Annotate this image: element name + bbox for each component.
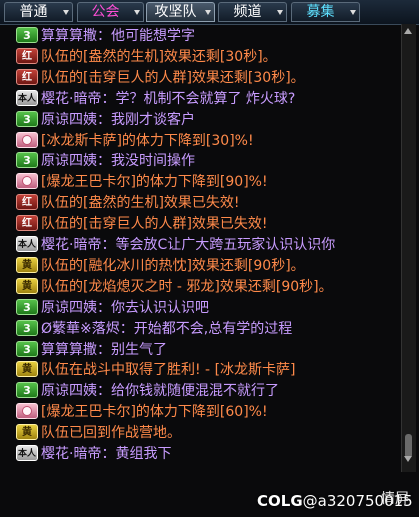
chat-message-text: 算算算撒：别生气了 [41, 341, 167, 358]
channel-badge-gray: 本人 [16, 445, 38, 461]
boss-portrait-icon [16, 403, 38, 420]
chat-log[interactable]: 3 算算算撒：他可能想学字红队伍的[盎然的生机]效果还剩[30秒]。红队伍的[击穿… [0, 24, 400, 472]
chat-message: 3 算算算撒：他可能想学字 [16, 26, 195, 46]
channel-badge-red: 红 [16, 68, 38, 85]
chat-message: [冰龙斯卡萨]的体力下降到[30]%! [16, 131, 254, 151]
chat-message: 黄队伍的[龙焰熄灭之时 - 邪龙]效果还剩[90秒]。 [16, 277, 333, 297]
tab-guild[interactable]: 公会 [77, 2, 144, 22]
channel-badge-green: 3 [16, 152, 38, 169]
tab-channel[interactable]: 频道 [218, 2, 287, 22]
tab-recruit-label: 募集 [306, 4, 335, 20]
chat-message-text: 队伍的[击穿巨人的人群]效果已失效! [41, 216, 268, 233]
chat-message: 3 算算算撒：别生气了 [16, 340, 167, 360]
chat-message: 红队伍的[盎然的生机]效果还剩[30秒]。 [16, 47, 277, 67]
tab-guild-label: 公会 [91, 4, 120, 20]
chat-message: 红队伍的[击穿巨人的人群]效果已失效! [16, 214, 268, 234]
chat-tab-bar: 普通 公会 攻坚队 频道 募集 [0, 0, 419, 25]
watermark-brand: COLG [257, 492, 303, 510]
chat-message-text: 樱花·暗帝：学？机制不会就算了 炸火球? [41, 90, 296, 107]
chat-message: 3 原谅四姨：我刚才谈客户 [16, 110, 195, 130]
chat-message: 本人 樱花·暗帝：黄组我下 [16, 444, 171, 464]
chat-message: 本人 樱花·暗帝：等会放C让广大跨五玩家认识认识你 [16, 235, 335, 255]
chat-message-text: 队伍的[盎然的生机]效果还剩[30秒]。 [41, 48, 277, 65]
tab-normal-label: 普通 [19, 4, 48, 20]
channel-badge-green: 3 [16, 319, 38, 336]
chat-message: 黄队伍已回到作战营地。 [16, 423, 181, 443]
chat-message-text: 队伍的[融化冰川的热忱]效果还剩[90秒]。 [41, 257, 305, 274]
chat-message: [爆龙王巴卡尔]的体力下降到[90]%! [16, 172, 268, 192]
chat-message: 黄队伍的[融化冰川的热忱]效果还剩[90秒]。 [16, 256, 305, 276]
chat-message-text: 队伍的[盎然的生机]效果已失效! [41, 195, 240, 212]
chat-message-text: 樱花·暗帝：等会放C让广大跨五玩家认识认识你 [41, 237, 336, 253]
chevron-down-icon [350, 10, 356, 15]
chat-footer: COLG@a320750015 情屏 [0, 472, 419, 517]
chat-message: 黄队伍在战斗中取得了胜利! - [冰龙斯卡萨] [16, 360, 296, 380]
chat-message-text: 队伍在战斗中取得了胜利! - [冰龙斯卡萨] [41, 362, 296, 379]
channel-badge-gray: 本人 [16, 236, 38, 252]
tab-channel-label: 频道 [233, 4, 262, 20]
channel-badge-red: 红 [16, 47, 38, 64]
chat-message: 3 原谅四姨：我没时间操作 [16, 151, 195, 171]
channel-badge-green: 3 [16, 340, 38, 357]
chat-message-text: [爆龙王巴卡尔]的体力下降到[60]%! [41, 404, 268, 421]
channel-badge-green: 3 [16, 382, 38, 399]
channel-badge-green: 3 [16, 298, 38, 315]
chat-scrollbar[interactable] [401, 24, 416, 472]
chat-message-text: 原谅四姨：给你钱就随便混混不就行了 [41, 383, 279, 400]
chat-message: 本人 樱花·暗帝：学？机制不会就算了 炸火球? [16, 89, 295, 109]
chat-message: 3 原谅四姨：你去认识认识吧 [16, 298, 209, 318]
chat-message: 3 Ø蘩華※落烬：开始都不会,总有学的过程 [16, 319, 292, 339]
channel-badge-red: 红 [16, 215, 38, 232]
channel-badge-yellow: 黄 [16, 361, 38, 378]
chat-message: [爆龙王巴卡尔]的体力下降到[60]%! [16, 402, 268, 422]
channel-badge-green: 3 [16, 27, 38, 43]
chat-message-text: 原谅四姨：我刚才谈客户 [41, 111, 195, 128]
chat-message-text: 原谅四姨：我没时间操作 [41, 153, 195, 170]
channel-badge-gray: 本人 [16, 89, 38, 106]
chevron-down-icon [63, 10, 69, 15]
channel-badge-green: 3 [16, 110, 38, 127]
chat-message: 红队伍的[盎然的生机]效果已失效! [16, 193, 240, 213]
scroll-up-icon[interactable] [404, 28, 412, 34]
channel-badge-yellow: 黄 [16, 424, 38, 441]
scrollbar-thumb[interactable] [405, 434, 412, 458]
chat-message-text: Ø蘩華※落烬：开始都不会,总有学的过程 [41, 320, 293, 337]
scroll-down-icon[interactable] [404, 456, 412, 462]
chat-message: 3 原谅四姨：给你钱就随便混混不就行了 [16, 381, 279, 401]
chevron-down-icon [277, 10, 283, 15]
chat-message-text: 算算算撒：他可能想学字 [41, 28, 195, 44]
channel-badge-red: 红 [16, 194, 38, 211]
chevron-down-icon [134, 10, 140, 15]
chat-message-text: 原谅四姨：你去认识认识吧 [41, 299, 209, 316]
chat-message-text: 队伍已回到作战营地。 [41, 425, 181, 442]
chat-message: 红队伍的[击穿巨人的人群]效果还剩[30秒]。 [16, 68, 305, 88]
chat-message-text: 樱花·暗帝：黄组我下 [41, 446, 172, 462]
tab-raid-team-label: 攻坚队 [154, 4, 197, 20]
boss-portrait-icon [16, 131, 38, 148]
chat-message-text: 队伍的[龙焰熄灭之时 - 邪龙]效果还剩[90秒]。 [41, 278, 333, 295]
channel-badge-yellow: 黄 [16, 256, 38, 273]
chat-message-text: [爆龙王巴卡尔]的体力下降到[90]%! [41, 174, 268, 191]
channel-badge-yellow: 黄 [16, 277, 38, 294]
boss-portrait-icon [16, 173, 38, 190]
tab-normal[interactable]: 普通 [4, 2, 73, 22]
chevron-down-icon [205, 10, 211, 15]
tab-raid-team[interactable]: 攻坚队 [146, 2, 215, 22]
chat-message-text: [冰龙斯卡萨]的体力下降到[30]%! [41, 132, 254, 149]
chat-message-text: 队伍的[击穿巨人的人群]效果还剩[30秒]。 [41, 69, 305, 86]
lock-screen-button[interactable]: 情屏 [381, 488, 409, 508]
tab-recruit[interactable]: 募集 [291, 2, 360, 22]
